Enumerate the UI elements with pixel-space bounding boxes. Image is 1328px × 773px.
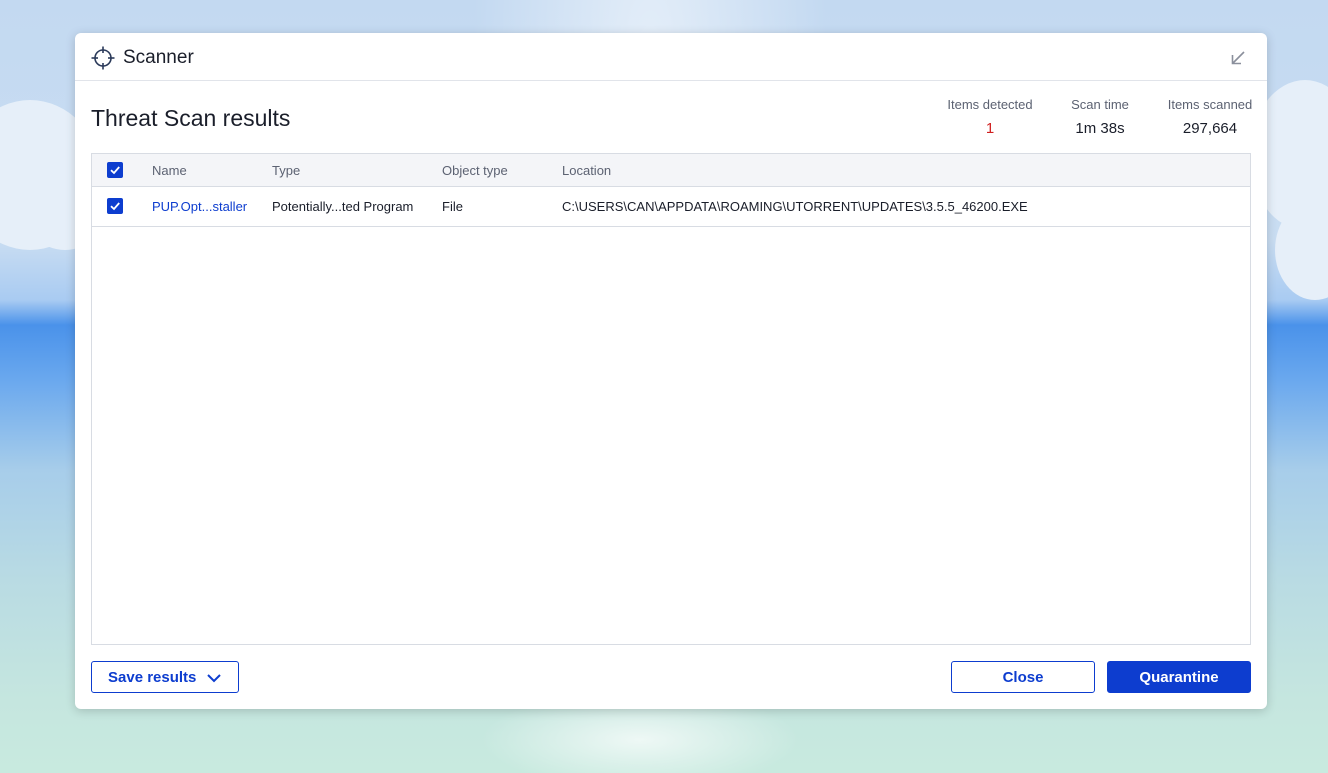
threat-location: C:\USERS\CAN\APPDATA\ROAMING\UTORRENT\UP…	[562, 199, 1028, 214]
results-table: Name Type Object type Location PUP.Opt..…	[91, 153, 1251, 645]
object-type: File	[442, 199, 463, 214]
table-header: Name Type Object type Location	[92, 154, 1250, 187]
page-title: Threat Scan results	[91, 105, 291, 131]
stat-value: 1	[985, 120, 995, 137]
stat-items-detected: Items detected 1	[945, 97, 1035, 137]
threat-name-link[interactable]: PUP.Opt...staller	[152, 199, 247, 214]
save-results-button[interactable]: Save results	[91, 661, 239, 693]
minimize-arrow-icon[interactable]	[1227, 47, 1249, 69]
threat-type: Potentially...ted Program	[272, 199, 414, 214]
stat-value: 1m 38s	[1075, 120, 1125, 137]
stat-label: Scan time	[1071, 97, 1129, 112]
title-bar: Scanner	[75, 33, 1267, 81]
column-header-type[interactable]: Type	[272, 163, 300, 178]
column-header-object-type[interactable]: Object type	[442, 163, 508, 178]
select-all-checkbox[interactable]	[107, 162, 123, 178]
checkmark-icon	[110, 166, 120, 175]
column-header-location[interactable]: Location	[562, 163, 611, 178]
checkmark-icon	[110, 202, 120, 211]
row-checkbox[interactable]	[107, 198, 123, 214]
stat-value: 297,664	[1182, 120, 1238, 137]
scanner-window: Scanner Threat Scan results Items detect…	[75, 33, 1267, 709]
chevron-down-icon	[206, 671, 222, 688]
column-header-name[interactable]: Name	[152, 163, 187, 178]
stat-label: Items detected	[947, 97, 1033, 112]
app-title: Scanner	[123, 47, 194, 68]
close-button[interactable]: Close	[951, 661, 1095, 693]
stat-scan-time: Scan time 1m 38s	[1060, 97, 1140, 137]
table-row[interactable]: PUP.Opt...staller Potentially...ted Prog…	[92, 187, 1250, 227]
stat-label: Items scanned	[1167, 97, 1253, 112]
save-results-label: Save results	[108, 668, 197, 686]
quarantine-button[interactable]: Quarantine	[1107, 661, 1251, 693]
stat-items-scanned: Items scanned 297,664	[1160, 97, 1260, 137]
crosshair-icon	[91, 46, 115, 70]
